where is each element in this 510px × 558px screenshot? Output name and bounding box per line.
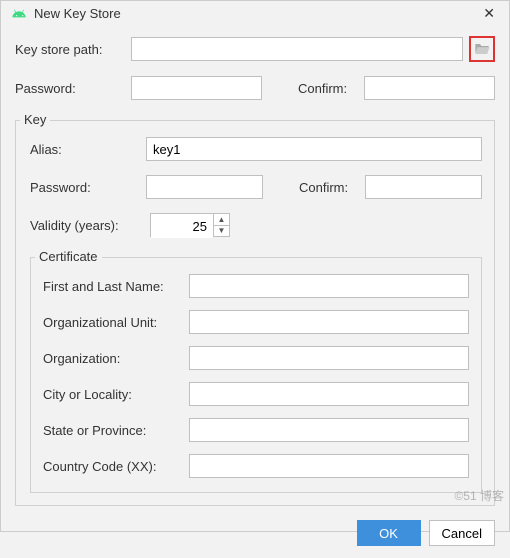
cert-first-last-label: First and Last Name: — [43, 279, 183, 294]
key-legend: Key — [20, 112, 50, 127]
key-password-row: Password: Confirm: — [30, 175, 482, 199]
cert-org-unit-label: Organizational Unit: — [43, 315, 183, 330]
dialog-footer: OK Cancel — [1, 512, 509, 558]
browse-highlight — [469, 36, 495, 62]
window-title: New Key Store — [34, 6, 479, 21]
cert-org-unit-input[interactable] — [189, 310, 469, 334]
alias-label: Alias: — [30, 142, 140, 157]
key-confirm-input[interactable] — [365, 175, 482, 199]
key-password-label: Password: — [30, 180, 140, 195]
keystore-confirm-label: Confirm: — [298, 81, 358, 96]
cert-org-input[interactable] — [189, 346, 469, 370]
cert-state-row: State or Province: — [43, 418, 469, 442]
cert-org-label: Organization: — [43, 351, 183, 366]
validity-label: Validity (years): — [30, 218, 140, 233]
cert-org-unit-row: Organizational Unit: — [43, 310, 469, 334]
spinner-down[interactable]: ▼ — [214, 226, 229, 237]
spinner-up[interactable]: ▲ — [214, 214, 229, 226]
key-confirm-label: Confirm: — [299, 180, 359, 195]
key-group: Key Alias: Password: Confirm: Validity (… — [15, 120, 495, 506]
keystore-confirm-input[interactable] — [364, 76, 495, 100]
keystore-password-row: Password: Confirm: — [15, 76, 495, 100]
validity-spinner[interactable]: ▲ ▼ — [150, 213, 230, 237]
cert-city-label: City or Locality: — [43, 387, 183, 402]
close-button[interactable]: ✕ — [479, 5, 499, 22]
alias-row: Alias: — [30, 137, 482, 161]
cert-first-last-input[interactable] — [189, 274, 469, 298]
keystore-path-input[interactable] — [131, 37, 463, 61]
cert-country-label: Country Code (XX): — [43, 459, 183, 474]
folder-open-icon — [474, 41, 490, 58]
certificate-legend: Certificate — [35, 249, 102, 264]
keystore-path-row: Key store path: — [15, 36, 495, 62]
validity-input[interactable] — [151, 214, 213, 238]
cert-city-row: City or Locality: — [43, 382, 469, 406]
keystore-path-label: Key store path: — [15, 42, 125, 57]
keystore-password-input[interactable] — [131, 76, 262, 100]
dialog-content: Key store path: Password: Confirm: Key A… — [1, 28, 509, 512]
android-icon — [11, 6, 27, 22]
cert-city-input[interactable] — [189, 382, 469, 406]
cert-state-label: State or Province: — [43, 423, 183, 438]
cancel-button[interactable]: Cancel — [429, 520, 495, 546]
cert-first-last-row: First and Last Name: — [43, 274, 469, 298]
cert-country-input[interactable] — [189, 454, 469, 478]
ok-button[interactable]: OK — [357, 520, 421, 546]
keystore-password-label: Password: — [15, 81, 125, 96]
cert-country-row: Country Code (XX): — [43, 454, 469, 478]
key-password-input[interactable] — [146, 175, 263, 199]
alias-input[interactable] — [146, 137, 482, 161]
browse-button[interactable] — [472, 39, 492, 59]
titlebar: New Key Store ✕ — [1, 1, 509, 28]
cert-state-input[interactable] — [189, 418, 469, 442]
certificate-group: Certificate First and Last Name: Organiz… — [30, 257, 482, 493]
cert-org-row: Organization: — [43, 346, 469, 370]
validity-row: Validity (years): ▲ ▼ — [30, 213, 482, 237]
